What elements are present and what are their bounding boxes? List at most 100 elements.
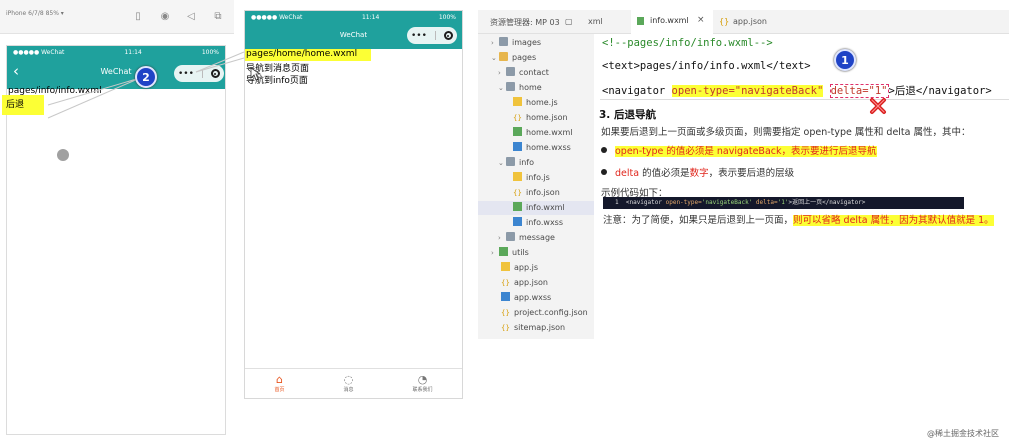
tree-folder-info[interactable]: ⌄ info (498, 156, 534, 170)
copy-icon[interactable]: ▢ (565, 17, 573, 26)
more-icon[interactable]: ••• (411, 31, 427, 41)
folder-open-icon (499, 52, 508, 61)
tree-label: info.wxss (526, 218, 564, 227)
js-file-icon (501, 262, 510, 271)
more-icon[interactable]: ••• (178, 69, 194, 79)
status-battery: 100% (201, 48, 219, 56)
wxss-file-icon (513, 217, 522, 226)
example-line-number: 1 (615, 199, 619, 206)
tab-label: 联系我们 (412, 387, 433, 393)
tree-file-project-config[interactable]: {} project.config.json (501, 306, 588, 320)
json-file-icon: {} (719, 17, 730, 26)
chevron-down-icon: ⌄ (498, 159, 504, 167)
tree-folder-images[interactable]: › images (491, 36, 541, 50)
tab-label: info.wxml (650, 16, 689, 25)
chevron-down-icon: ⌄ (498, 84, 504, 92)
tree-file-home-wxml[interactable]: home.wxml (513, 126, 573, 140)
tree-label: info.wxml (526, 203, 565, 212)
tab-home[interactable]: ⌂ 首页 (274, 374, 285, 394)
close-icon[interactable] (210, 69, 220, 78)
watermark: @稀土掘金技术社区 (927, 429, 999, 438)
bullet-icon (601, 169, 607, 175)
folder-icon (499, 247, 508, 256)
tree-file-home-js[interactable]: home.js (513, 96, 558, 110)
status-battery: 100% (438, 13, 456, 21)
page-path-text: pages/home/home.wxml (246, 49, 358, 59)
bullet-text: 的值必须是 (639, 168, 690, 179)
tree-label: app.wxss (514, 293, 552, 302)
touch-cursor-icon (57, 149, 69, 161)
status-carrier: ●●●●● WeChat (251, 13, 303, 21)
message-icon: ◌ (343, 373, 354, 386)
capsule-divider (201, 69, 203, 78)
tab-info-wxml[interactable]: info.wxml × (631, 10, 713, 34)
back-navigator[interactable]: 后退 (2, 95, 44, 115)
status-bar: ●●●●● WeChat 11:14 100% (7, 46, 225, 58)
tree-label: sitemap.json (514, 323, 566, 332)
folder-icon (506, 82, 515, 91)
close-icon[interactable]: × (697, 15, 705, 25)
tab-message[interactable]: ◌ 消息 (343, 373, 354, 394)
tree-file-info-json[interactable]: {} info.json (513, 186, 560, 200)
example-token: open-type= (665, 199, 702, 206)
bullet-item: delta 的值必须是数字，表示要后退的层级 (601, 165, 794, 179)
tree-file-home-json[interactable]: {} home.json (513, 111, 568, 125)
menu-capsule[interactable]: ••• (174, 65, 224, 82)
tree-label: message (519, 233, 555, 242)
nav-bar: WeChat ••• (245, 23, 462, 49)
section-heading: 3. 后退导航 (599, 109, 656, 121)
chevron-down-icon: ⌄ (491, 54, 497, 62)
tree-folder-contact[interactable]: › contact (498, 66, 549, 80)
doc-note: 注意：为了简便，如果只是后退到上一页面，则可以省略 delta 属性，因为其默认… (603, 212, 994, 226)
json-file-icon: {} (501, 279, 510, 287)
tree-file-app-js[interactable]: app.js (501, 261, 538, 275)
tree-file-app-json[interactable]: {} app.json (501, 276, 548, 290)
tree-folder-home[interactable]: ⌄ home (498, 81, 542, 95)
tree-label: pages (512, 53, 537, 62)
wxml-file-icon (513, 127, 522, 136)
navigate-to-info-link[interactable]: 导航到info页面 (246, 73, 308, 86)
code-line-navigator: <navigator open-type="navigateBack" delt… (602, 83, 992, 98)
menu-capsule[interactable]: ••• (407, 27, 457, 44)
chevron-right-icon: › (491, 39, 494, 47)
tree-label: images (512, 38, 542, 47)
code-token-close: >后退</navigator> (888, 85, 992, 97)
code-token-delta: delta="1" (829, 84, 889, 98)
volume-icon[interactable]: ◁ (186, 11, 196, 22)
tab-bar: ⌂ 首页 ◌ 消息 ◔ 联系我们 (245, 368, 462, 398)
tree-file-home-wxss[interactable]: home.wxss (513, 141, 571, 155)
phone-icon[interactable]: ▯ (133, 11, 143, 22)
phone-icon: ◔ (417, 373, 428, 386)
code-editor[interactable]: <!--pages/info/info.wxml--> <text>pages/… (594, 34, 1009, 106)
cross-mark-icon (870, 98, 886, 114)
explorer-title: 资源管理器: MP 03 (490, 18, 560, 27)
tree-folder-pages[interactable]: ⌄ pages (491, 51, 536, 65)
tree-label: info.js (526, 173, 550, 182)
tree-label: home.json (526, 113, 568, 122)
js-file-icon (513, 172, 522, 181)
tab-xml[interactable]: xml (588, 17, 603, 26)
wxss-file-icon (513, 142, 522, 151)
chevron-right-icon: › (498, 69, 501, 77)
tab-app-json[interactable]: app.json (733, 17, 767, 26)
capsule-divider (434, 31, 436, 40)
close-icon[interactable] (443, 31, 453, 40)
tree-file-info-js[interactable]: info.js (513, 171, 550, 185)
tree-file-app-wxss[interactable]: app.wxss (501, 291, 551, 305)
tree-file-info-wxss[interactable]: info.wxss (513, 216, 563, 230)
code-token-open: <navigator (602, 85, 672, 97)
tree-folder-utils[interactable]: › utils (491, 246, 529, 260)
status-carrier: ●●●●● WeChat (13, 48, 65, 56)
device-selector[interactable]: iPhone 6/7/8 85% ▾ (6, 10, 64, 17)
bullet-icon (601, 147, 607, 153)
example-token: >返回上一页</navigator> (788, 199, 866, 206)
tree-folder-message[interactable]: › message (498, 231, 555, 245)
tree-file-info-wxml[interactable]: info.wxml (478, 201, 594, 215)
tab-contact[interactable]: ◔ 联系我们 (412, 373, 433, 394)
record-icon[interactable]: ◉ (160, 11, 170, 22)
nav-bar: ‹ WeChat ••• (7, 58, 225, 89)
detach-window-icon[interactable]: ⧉ (213, 11, 223, 22)
code-line-text: <text>pages/info/info.wxml</text> (602, 60, 811, 72)
tab-label: 首页 (274, 387, 285, 393)
tree-file-sitemap[interactable]: {} sitemap.json (501, 321, 565, 335)
